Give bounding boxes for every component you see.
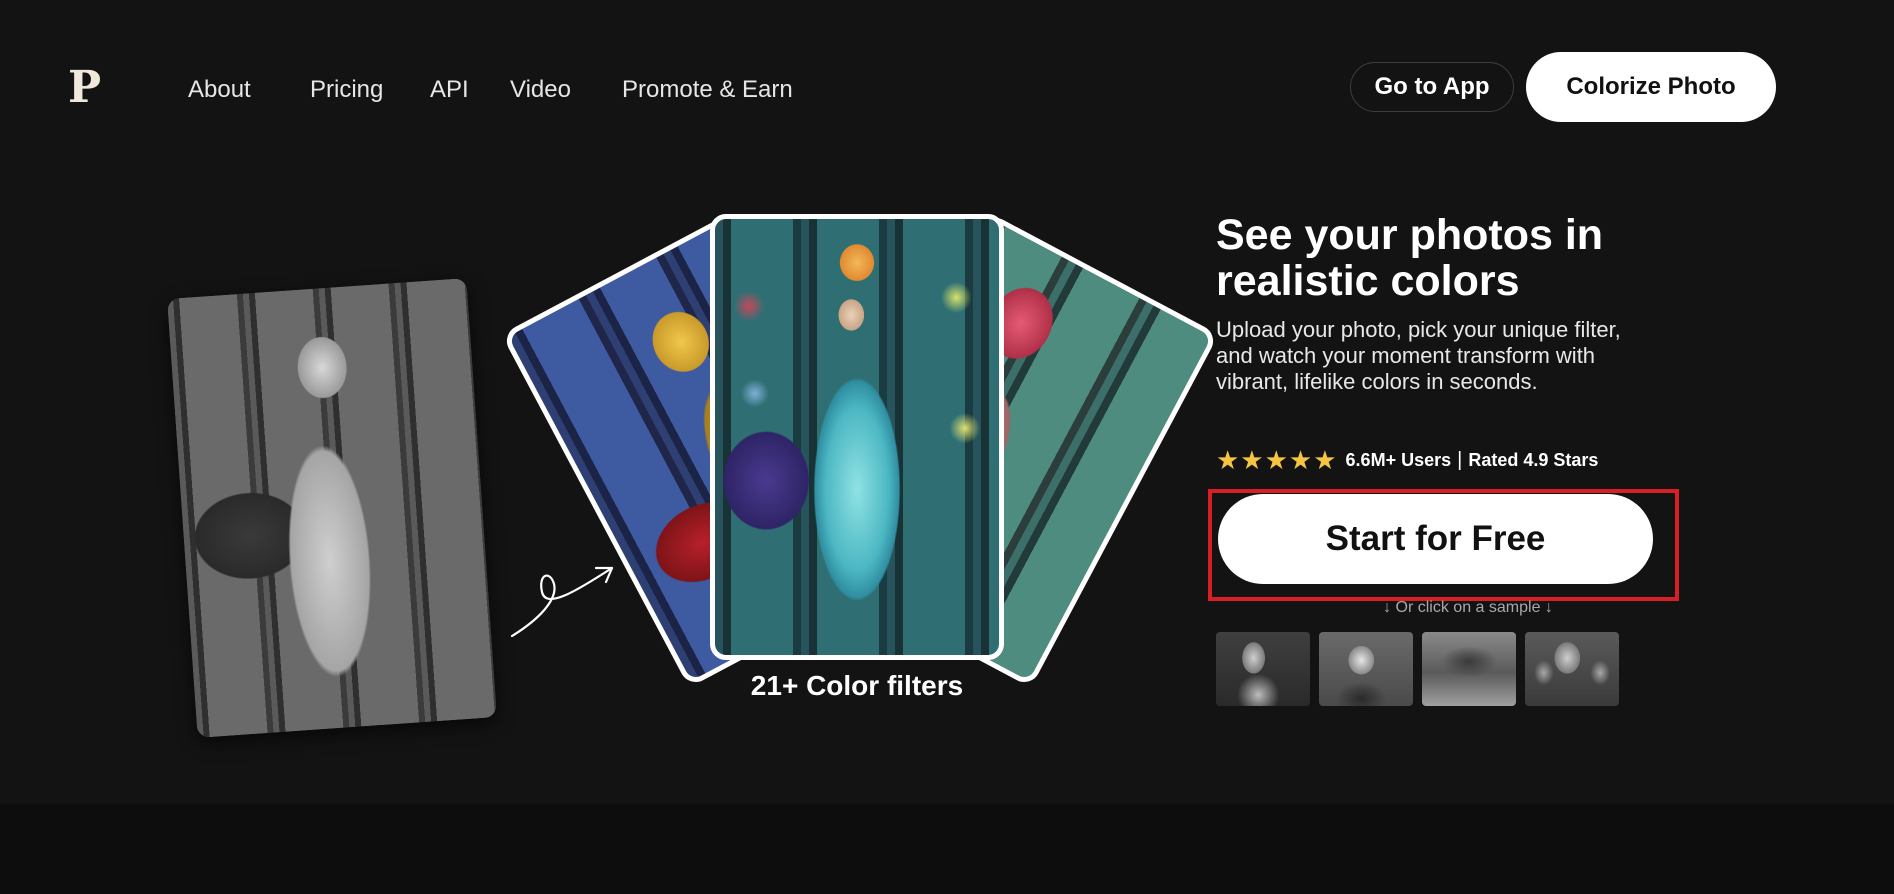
sample-thumbnail[interactable] — [1422, 632, 1516, 706]
sample-thumbnail[interactable] — [1525, 632, 1619, 706]
hero-headline: See your photos in realistic colors — [1216, 211, 1604, 305]
rating-row: ★★★★★ 6.6M+ Users | Rated 4.9 Stars — [1216, 444, 1599, 475]
nav-pricing[interactable]: Pricing — [310, 74, 383, 106]
star-rating-icon: ★★★★★ — [1216, 444, 1338, 475]
logo[interactable]: P — [68, 66, 101, 110]
curly-arrow-icon — [510, 566, 614, 638]
users-count: 6.6M+ Users — [1345, 449, 1452, 470]
color-filters-label: 21+ Color filters — [750, 670, 964, 701]
nav-api[interactable]: API — [430, 74, 469, 106]
original-bw-photo — [167, 278, 497, 738]
rating-separator: | — [1457, 448, 1463, 471]
sample-thumbnail[interactable] — [1216, 632, 1310, 706]
rating-value: Rated 4.9 Stars — [1468, 449, 1599, 470]
nav-promote-earn[interactable]: Promote & Earn — [622, 74, 793, 106]
nav-about[interactable]: About — [188, 74, 251, 106]
sample-thumbnail[interactable] — [1319, 632, 1413, 706]
go-to-app-button[interactable]: Go to App — [1350, 62, 1514, 112]
start-for-free-button[interactable]: Start for Free — [1218, 494, 1653, 584]
colorize-photo-button[interactable]: Colorize Photo — [1526, 52, 1776, 122]
sample-hint: ↓ Or click on a sample ↓ — [1383, 599, 1553, 616]
filter-photo-center — [710, 214, 1004, 660]
nav-video[interactable]: Video — [510, 74, 571, 106]
hero-subtext: Upload your photo, pick your unique filt… — [1216, 317, 1621, 394]
footer-band — [0, 804, 1894, 894]
